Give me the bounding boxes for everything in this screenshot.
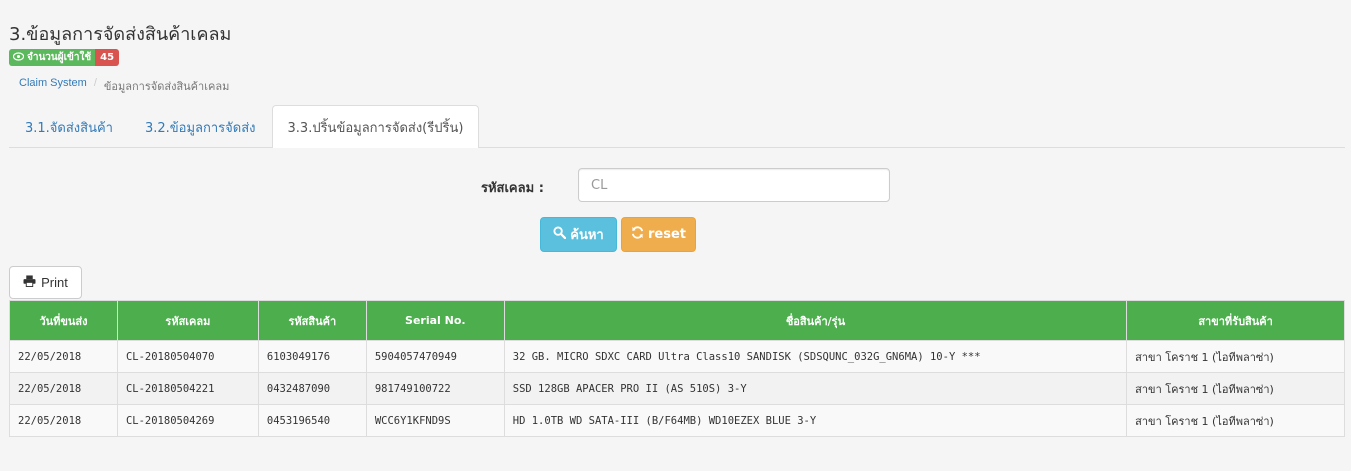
cell-product-code: 6103049176 xyxy=(257,340,367,373)
viewer-count: 45 xyxy=(95,49,120,66)
cell-serial-no: 5904057470949 xyxy=(365,340,505,373)
col-header-product-code[interactable]: รหัสสินค้า xyxy=(257,300,367,341)
search-button-label: ค้นหา xyxy=(570,228,604,243)
table-row: 22/05/2018 CL-20180504070 6103049176 590… xyxy=(9,340,1345,373)
cell-claim-code: CL-20180504269 xyxy=(116,404,259,437)
search-button[interactable]: ค้นหา xyxy=(540,217,617,252)
col-header-serial-no[interactable]: Serial No. xyxy=(365,300,505,341)
eye-icon xyxy=(12,51,25,64)
breadcrumb-current: ข้อมูลการจัดส่งสินค้าเคลม xyxy=(103,81,230,93)
col-header-ship-date[interactable]: วันที่ขนส่ง xyxy=(9,300,118,341)
cell-claim-code: CL-20180504221 xyxy=(116,372,259,405)
cell-product-name: SSD 128GB APACER PRO II (AS 510S) 3-Y xyxy=(503,372,1128,405)
print-button[interactable]: Print xyxy=(9,266,82,299)
cell-branch: สาขา โคราช 1 (ไอทีพลาซ่า) xyxy=(1126,340,1345,373)
claim-code-label: รหัสเคลม : xyxy=(481,181,544,196)
breadcrumb-separator: / xyxy=(93,77,97,89)
viewer-count-badge: จำนวนผู้เข้าใช้ 45 xyxy=(9,49,120,66)
claim-code-input[interactable] xyxy=(578,168,890,202)
search-icon xyxy=(553,226,567,243)
refresh-icon xyxy=(631,226,644,243)
breadcrumb: Claim System / ข้อมูลการจัดส่งสินค้าเคลม xyxy=(19,77,229,95)
cell-product-name: 32 GB. MICRO SDXC CARD Ultra Class10 SAN… xyxy=(503,340,1128,373)
cell-claim-code: CL-20180504070 xyxy=(116,340,259,373)
cell-serial-no: 981749100722 xyxy=(365,372,505,405)
cell-ship-date: 22/05/2018 xyxy=(9,404,118,437)
page-title: 3.ข้อมูลการจัดส่งสินค้าเคลม xyxy=(9,24,232,45)
cell-branch: สาขา โคราช 1 (ไอทีพลาซ่า) xyxy=(1126,372,1345,405)
col-header-branch[interactable]: สาขาที่รับสินค้า xyxy=(1126,300,1345,341)
tab-reprint-shipping[interactable]: 3.3.ปริ้นข้อมูลการจัดส่ง(รีปริ้น) xyxy=(271,105,480,148)
tab-ship-products[interactable]: 3.1.จัดส่งสินค้า xyxy=(9,106,129,148)
col-header-product-name[interactable]: ชื่อสินค้า/รุ่น xyxy=(503,300,1128,341)
cell-product-code: 0453196540 xyxy=(257,404,367,437)
breadcrumb-home-link[interactable]: Claim System xyxy=(19,77,87,95)
printer-icon xyxy=(23,275,36,290)
shipping-table: วันที่ขนส่ง รหัสเคลม รหัสสินค้า Serial N… xyxy=(9,300,1345,437)
print-button-label: Print xyxy=(41,275,68,290)
cell-branch: สาขา โคราช 1 (ไอทีพลาซ่า) xyxy=(1126,404,1345,437)
reset-button[interactable]: reset xyxy=(621,217,696,252)
table-header-row: วันที่ขนส่ง รหัสเคลม รหัสสินค้า Serial N… xyxy=(9,300,1345,341)
cell-product-name: HD 1.0TB WD SATA-III (B/F64MB) WD10EZEX … xyxy=(503,404,1128,437)
table-row: 22/05/2018 CL-20180504221 0432487090 981… xyxy=(9,372,1345,405)
viewer-label: จำนวนผู้เข้าใช้ xyxy=(27,52,92,63)
cell-serial-no: WCC6Y1KFND9S xyxy=(365,404,505,437)
tab-bar: 3.1.จัดส่งสินค้า 3.2.ข้อมูลการจัดส่ง 3.3… xyxy=(9,105,1345,148)
cell-ship-date: 22/05/2018 xyxy=(9,340,118,373)
table-row: 22/05/2018 CL-20180504269 0453196540 WCC… xyxy=(9,404,1345,437)
cell-product-code: 0432487090 xyxy=(257,372,367,405)
cell-ship-date: 22/05/2018 xyxy=(9,372,118,405)
reset-button-label: reset xyxy=(648,227,686,242)
tab-shipping-info[interactable]: 3.2.ข้อมูลการจัดส่ง xyxy=(129,106,272,148)
col-header-claim-code[interactable]: รหัสเคลม xyxy=(116,300,259,341)
